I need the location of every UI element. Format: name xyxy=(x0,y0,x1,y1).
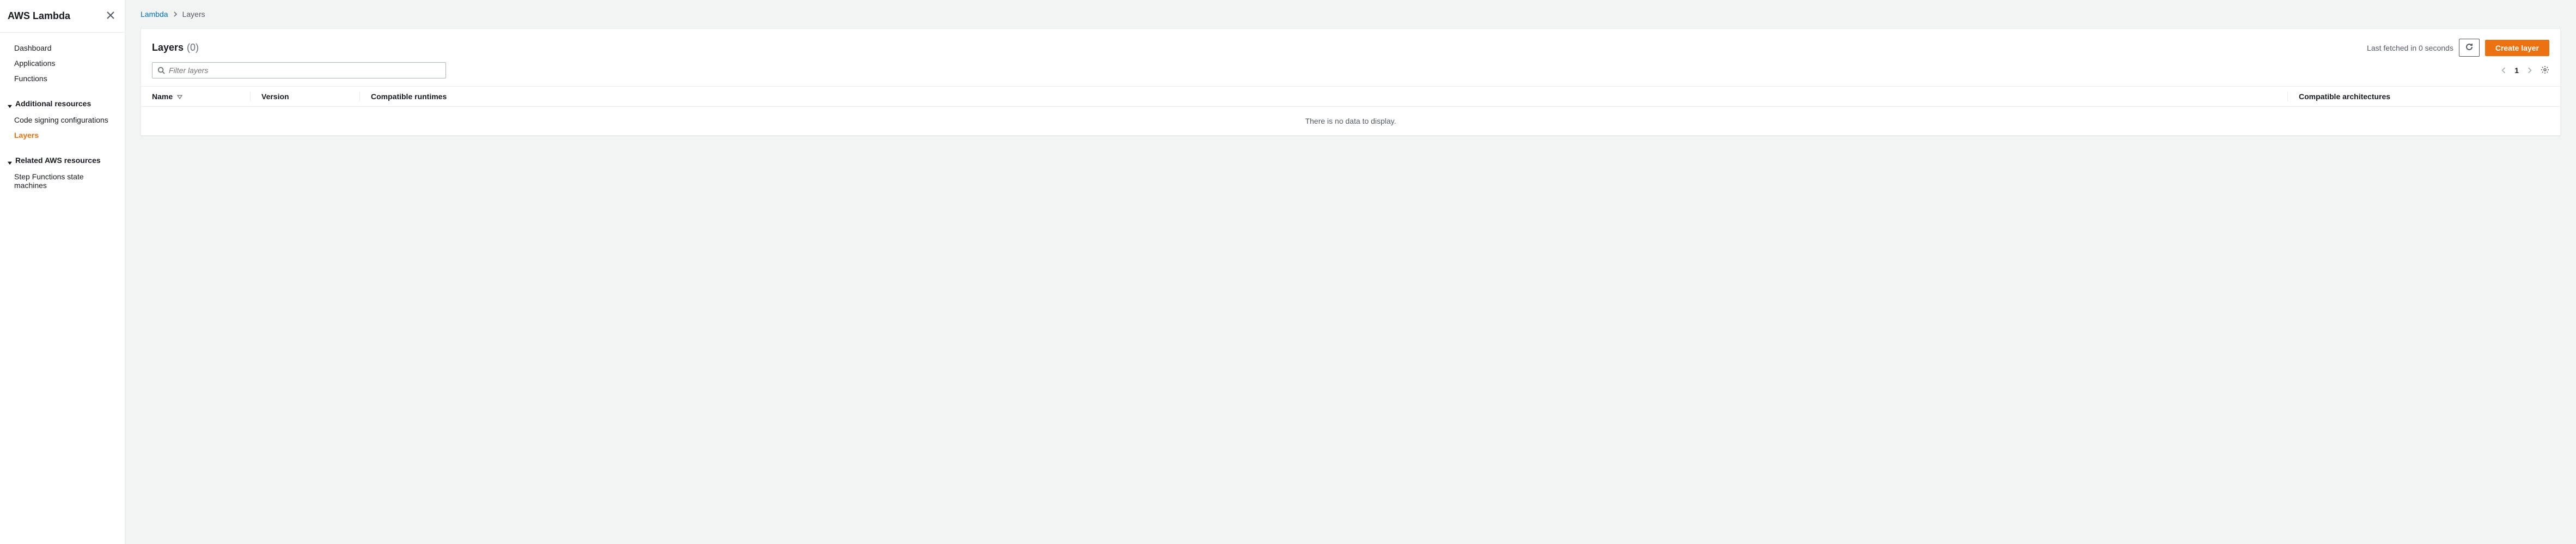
last-fetched-text: Last fetched in 0 seconds xyxy=(2367,44,2453,52)
section-title: Related AWS resources xyxy=(15,156,101,165)
empty-state: There is no data to display. xyxy=(141,107,2560,135)
sidebar-item-step-functions[interactable]: Step Functions state machines xyxy=(0,169,125,193)
breadcrumb-lambda[interactable]: Lambda xyxy=(141,10,168,19)
section-header-related[interactable]: Related AWS resources xyxy=(0,152,125,169)
page-number: 1 xyxy=(2514,66,2519,75)
close-icon xyxy=(106,13,115,21)
panel-header: Layers (0) Last fetched in 0 seconds Cre… xyxy=(141,29,2560,62)
breadcrumb: Lambda Layers xyxy=(125,0,2576,25)
column-header-architectures[interactable]: Compatible architectures xyxy=(2288,87,2560,106)
gear-icon xyxy=(2541,65,2549,76)
section-title: Additional resources xyxy=(15,99,91,108)
create-layer-button[interactable]: Create layer xyxy=(2485,40,2549,56)
sidebar-item-applications[interactable]: Applications xyxy=(0,56,125,71)
main-content: Lambda Layers Layers (0) Last fetched in… xyxy=(125,0,2576,544)
sidebar: AWS Lambda Dashboard Applications Functi… xyxy=(0,0,125,544)
close-sidebar-button[interactable] xyxy=(104,9,117,23)
sidebar-item-code-signing[interactable]: Code signing configurations xyxy=(0,112,125,128)
breadcrumb-current: Layers xyxy=(182,10,205,19)
caret-down-icon xyxy=(8,158,12,162)
header-actions: Last fetched in 0 seconds Create layer xyxy=(2367,39,2549,57)
table-settings-button[interactable] xyxy=(2541,65,2549,76)
panel-count: (0) xyxy=(187,42,199,53)
column-header-runtimes[interactable]: Compatible runtimes xyxy=(360,87,2287,106)
next-page-button[interactable] xyxy=(2526,67,2533,74)
caret-down-icon xyxy=(8,101,12,106)
nav-related-resources: Related AWS resources Step Functions sta… xyxy=(0,147,125,197)
panel-title: Layers xyxy=(152,42,184,53)
table-header-row: Name Version Compatible runtimes xyxy=(141,87,2560,107)
sidebar-header: AWS Lambda xyxy=(0,0,125,33)
search-icon xyxy=(157,67,165,74)
column-label: Compatible runtimes xyxy=(371,92,447,101)
column-label: Version xyxy=(261,92,289,101)
sidebar-item-functions[interactable]: Functions xyxy=(0,71,125,86)
filter-layers-input[interactable] xyxy=(152,62,446,78)
refresh-icon xyxy=(2465,43,2474,53)
sidebar-item-dashboard[interactable]: Dashboard xyxy=(0,40,125,56)
sidebar-item-layers[interactable]: Layers xyxy=(0,128,125,143)
sidebar-title: AWS Lambda xyxy=(8,10,70,22)
refresh-button[interactable] xyxy=(2459,39,2480,57)
column-header-version[interactable]: Version xyxy=(251,87,359,106)
column-header-name[interactable]: Name xyxy=(141,87,250,106)
pagination: 1 xyxy=(2500,65,2549,76)
layers-table: Name Version Compatible runtimes xyxy=(141,86,2560,135)
panel-tools: 1 xyxy=(141,62,2560,86)
prev-page-button[interactable] xyxy=(2500,67,2507,74)
nav-additional-resources: Additional resources Code signing config… xyxy=(0,90,125,147)
panel-title-wrap: Layers (0) xyxy=(152,42,199,53)
section-header-additional[interactable]: Additional resources xyxy=(0,95,125,112)
sort-icon xyxy=(177,94,182,99)
nav-main: Dashboard Applications Functions xyxy=(0,33,125,90)
chevron-right-icon xyxy=(173,11,178,17)
search-wrap xyxy=(152,62,446,78)
column-label: Name xyxy=(152,92,173,101)
layers-panel: Layers (0) Last fetched in 0 seconds Cre… xyxy=(141,28,2561,136)
column-label: Compatible architectures xyxy=(2299,92,2390,101)
